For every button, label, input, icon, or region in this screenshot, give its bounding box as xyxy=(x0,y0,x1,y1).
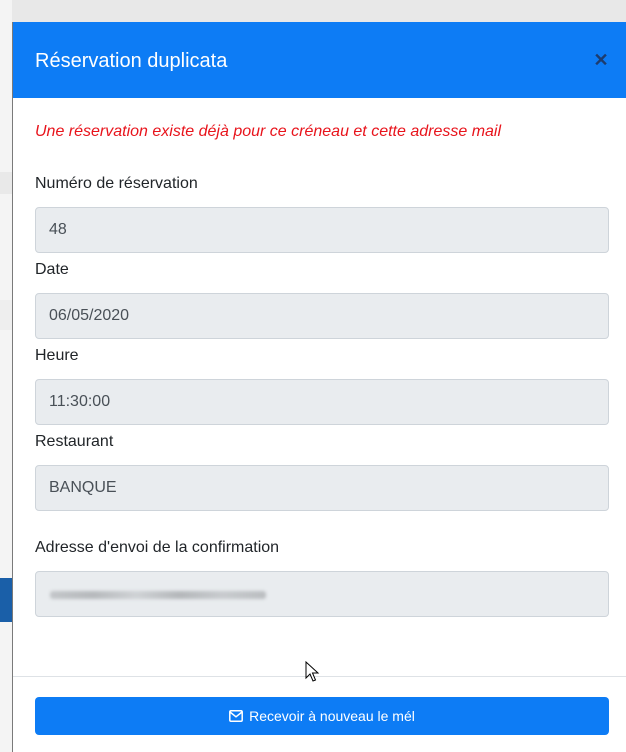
modal-body: Une réservation existe déjà pour ce crén… xyxy=(13,98,626,676)
modal-header: Réservation duplicata ✕ xyxy=(13,22,626,98)
background-sliver xyxy=(0,172,12,194)
close-icon: ✕ xyxy=(593,50,609,70)
duplicate-reservation-modal: Réservation duplicata ✕ Une réservation … xyxy=(12,22,626,752)
background-sliver xyxy=(0,300,12,330)
time-label: Heure xyxy=(35,347,79,364)
resend-email-button[interactable]: Recevoir à nouveau le mél xyxy=(35,697,609,735)
duplicate-alert-message: Une réservation existe déjà pour ce crén… xyxy=(35,123,502,140)
redacted-email-value xyxy=(50,591,266,599)
date-field[interactable] xyxy=(35,293,609,339)
confirmation-email-field[interactable] xyxy=(35,571,609,617)
background-page-edge xyxy=(0,0,12,752)
mouse-cursor-icon xyxy=(305,661,320,682)
time-field[interactable] xyxy=(35,379,609,425)
reservation-number-label: Numéro de réservation xyxy=(35,175,198,192)
reservation-number-field[interactable] xyxy=(35,207,609,253)
restaurant-label: Restaurant xyxy=(35,433,114,450)
background-sliver xyxy=(0,578,12,622)
date-label: Date xyxy=(35,261,69,278)
confirmation-email-label: Adresse d'envoi de la confirmation xyxy=(35,539,280,556)
background-page-top xyxy=(12,0,626,22)
envelope-icon xyxy=(229,710,244,722)
close-button[interactable]: ✕ xyxy=(589,48,613,72)
restaurant-field[interactable] xyxy=(35,465,609,511)
modal-footer: Recevoir à nouveau le mél xyxy=(13,676,626,752)
resend-email-label: Recevoir à nouveau le mél xyxy=(249,708,415,724)
modal-title: Réservation duplicata xyxy=(35,50,228,72)
